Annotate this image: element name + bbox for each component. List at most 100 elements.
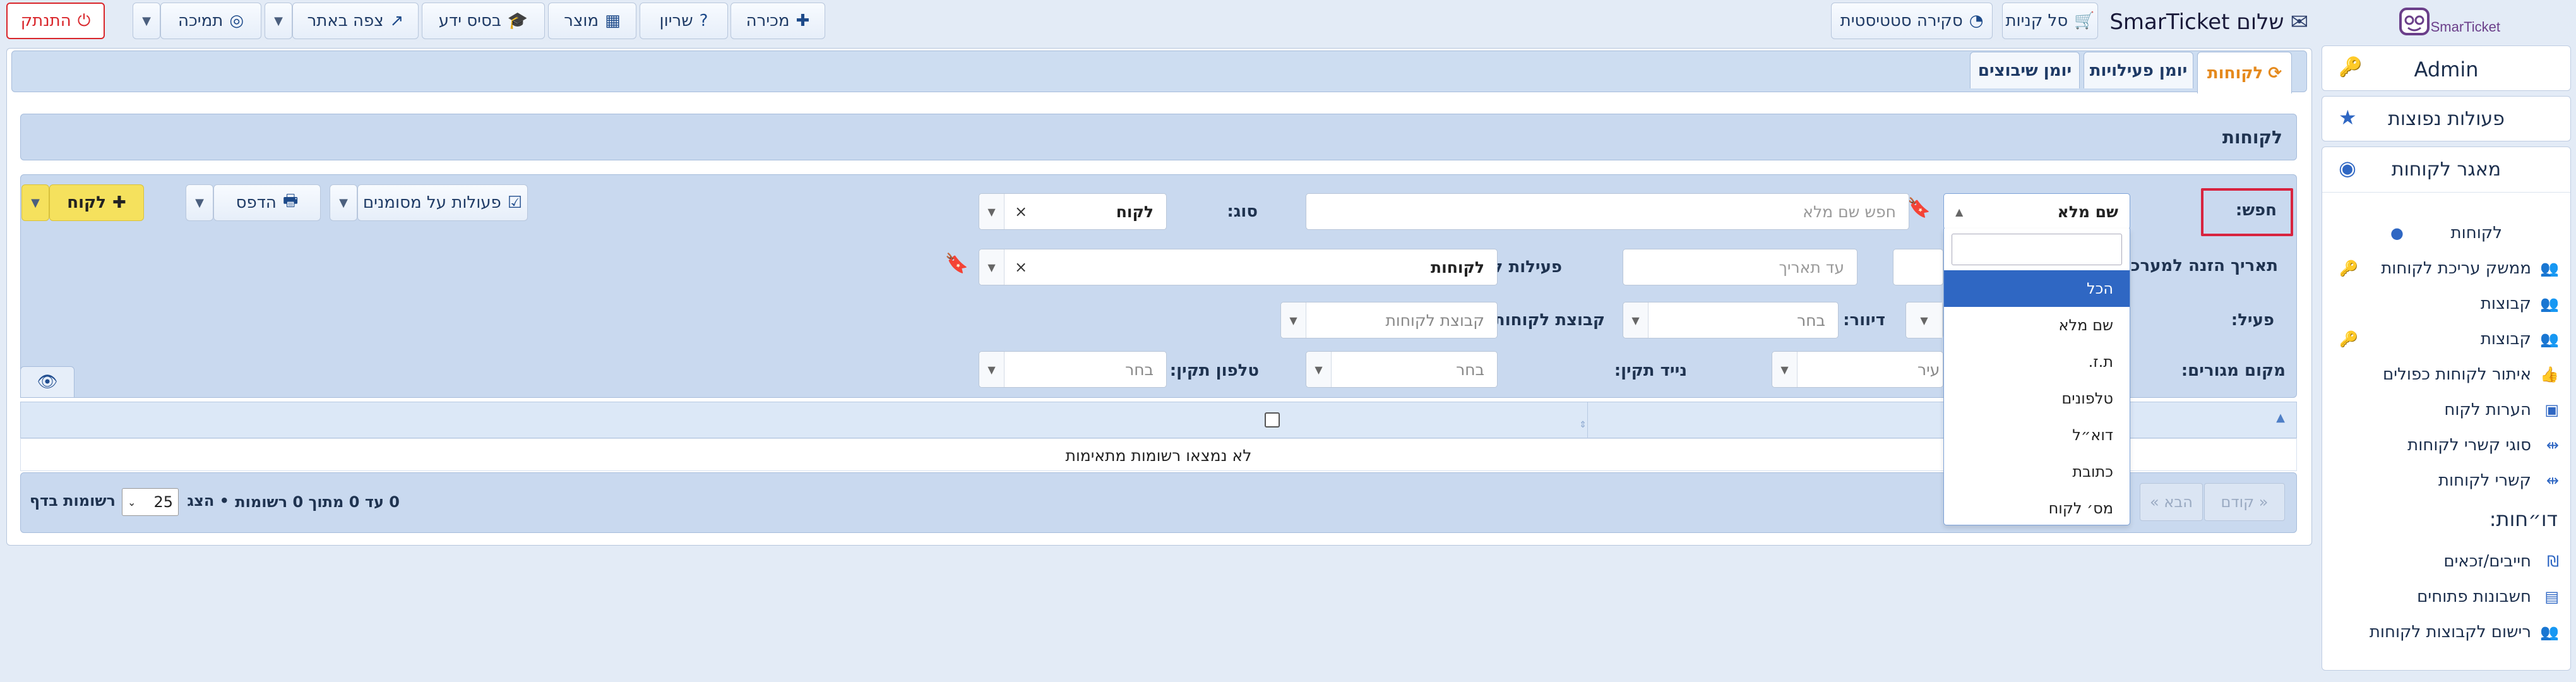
dropdown-option-label: שם מלא — [2058, 316, 2113, 334]
clear-icon[interactable]: × — [1015, 203, 1027, 220]
tab-customers[interactable]: ⟳ לקוחות — [2197, 52, 2292, 93]
sidebar-item-edit-customers[interactable]: 👥 ממשק עריכת לקוחות 🔑 — [2322, 256, 2570, 281]
tab-assignments-log[interactable]: יומן שיבוצים — [1970, 52, 2080, 88]
customer-pool-header[interactable]: מאגר לקוחות ◉ — [2322, 147, 2570, 193]
tab-label: יומן שיבוצים — [1977, 61, 2072, 80]
tab-activity-log[interactable]: יומן פעילויות — [2084, 52, 2193, 88]
to-date-input[interactable]: עד תאריך — [1623, 249, 1857, 285]
print-button[interactable]: 🖶 הדפס — [213, 184, 321, 221]
page-size-select[interactable]: 25 ⌄ — [122, 488, 179, 516]
dropdown-option[interactable]: מס׳ לקוח — [1944, 490, 2130, 527]
clear-icon[interactable]: × — [1015, 258, 1027, 276]
logo[interactable]: SmarTicket — [2387, 5, 2500, 40]
sidebar-report-open-accounts[interactable]: ▤ חשבונות פתוחים — [2322, 584, 2570, 609]
pie-chart-icon: ◔ — [1969, 11, 1984, 30]
sidebar-item-relations[interactable]: ⇹ קשרי לקוחות — [2322, 468, 2570, 493]
checkbox-checked-icon: ☑ — [507, 193, 523, 212]
sidebar-report-group-registration[interactable]: 👥 רישום לקבוצות לקוחות — [2322, 619, 2570, 645]
stats-overview-button[interactable]: ◔ סקירה סטטיסטית — [1831, 3, 1993, 39]
reservation-button[interactable]: ? שריון — [640, 3, 728, 39]
link-users-icon: ⇹ — [2546, 436, 2559, 454]
sidebar-item-label: לקוחות — [2450, 224, 2502, 242]
sidebar-item-groups-admin[interactable]: 👥 קבוצות 🔑 — [2322, 326, 2570, 352]
knowledge-base-button[interactable]: 🎓 בסיס ידע — [422, 3, 545, 39]
support-button[interactable]: ◎ תמיכה — [160, 3, 261, 39]
dropdown-option[interactable]: דוא״ל — [1944, 417, 2130, 453]
show-label: • הצג — [187, 492, 229, 510]
valid-phone-select[interactable]: בחר ▼ — [979, 351, 1167, 388]
dropdown-option[interactable]: שם מלא — [1944, 307, 2130, 344]
valid-mobile-label: נייד תקין: — [1614, 361, 1687, 380]
search-field-select[interactable]: שם מלא ▲ — [1943, 193, 2130, 230]
view-site-label: צפה באתר — [307, 11, 384, 30]
common-actions-panel[interactable]: פעולות נפוצות ★ — [2322, 96, 2571, 141]
dropdown-option[interactable]: ת.ז. — [1944, 344, 2130, 380]
from-date-input[interactable] — [1893, 249, 1943, 285]
customer-group-select[interactable]: קבוצת לקוחות ▼ — [1280, 302, 1498, 338]
sidebar-item-customers[interactable]: ● לקוחות — [2322, 220, 2570, 246]
customer-pool-panel: מאגר לקוחות ◉ ● לקוחות 👥 ממשק עריכת לקוח… — [2322, 147, 2571, 671]
mailing-select[interactable]: בחר ▼ — [1623, 302, 1839, 338]
customer-pool-label: מאגר לקוחות — [2391, 159, 2501, 181]
dropdown-option[interactable]: כתובת — [1944, 453, 2130, 490]
support-label: תמיכה — [178, 11, 224, 30]
view-site-dropdown[interactable]: ▼ — [265, 3, 292, 39]
active-select[interactable]: ▼ — [1905, 302, 1943, 338]
tab-label: לקוחות — [2207, 63, 2263, 83]
sidebar-item-label: ממשק עריכת לקוחות — [2381, 259, 2531, 278]
bookmark-icon[interactable]: 🔖 — [945, 253, 969, 275]
sidebar-item-notes[interactable]: ▣ הערות לקוח — [2322, 397, 2570, 422]
caret-down-icon: ▼ — [1623, 302, 1649, 338]
view-site-button[interactable]: ↗ צפה באתר — [292, 3, 419, 39]
dropdown-search-input[interactable] — [1952, 234, 2122, 265]
columns-toggle[interactable]: 👁 — [20, 366, 75, 398]
sort-both-icon[interactable]: ⇕ — [1579, 420, 1587, 430]
dropdown-options: הכל שם מלא ת.ז. טלפונים דוא״ל כתובת מס׳ לקוח — [1944, 270, 2130, 523]
type-select[interactable]: לקוח × ▼ — [979, 193, 1167, 230]
selected-actions-button[interactable]: ☑ פעולות על מסומנים — [357, 184, 528, 221]
selected-actions-dropdown[interactable]: ▼ — [330, 184, 357, 221]
sidebar-report-debtors[interactable]: ₪ חייבים/זכאים — [2322, 549, 2570, 574]
external-link-icon: ↗ — [390, 11, 404, 30]
residence-label: מקום מגורים: — [2181, 361, 2286, 380]
valid-mobile-value: בחר — [1456, 360, 1484, 379]
product-button[interactable]: ▦ מוצר — [548, 3, 636, 39]
key-icon: 🔑 — [2339, 260, 2358, 277]
dropdown-option[interactable]: טלפונים — [1944, 380, 2130, 417]
search-label: חפש: — [2235, 201, 2277, 220]
dropdown-option[interactable]: הכל — [1944, 270, 2130, 307]
add-customer-button[interactable]: ✚ לקוח — [49, 184, 144, 221]
active-label: פעיל: — [2231, 311, 2274, 330]
logout-button[interactable]: ⏻ התנתק — [6, 3, 105, 39]
select-all-checkbox[interactable] — [1265, 412, 1280, 428]
bookmark-icon[interactable]: 🔖 — [1907, 197, 1931, 219]
next-page-button[interactable]: הבא » — [2140, 483, 2203, 521]
greeting[interactable]: ✉ שלום SmarTicket — [2109, 6, 2308, 38]
sidebar-item-groups[interactable]: 👥 קבוצות — [2322, 291, 2570, 316]
admin-panel[interactable]: Admin 🔑 — [2322, 45, 2571, 91]
customer-activities-select[interactable]: לקוחות × ▼ — [979, 249, 1498, 285]
caret-up-icon: ▲ — [1955, 205, 1964, 218]
residence-select[interactable]: עיר ▼ — [1772, 351, 1943, 388]
tab-label: יומן פעילויות — [2089, 61, 2188, 80]
print-dropdown[interactable]: ▼ — [186, 184, 213, 221]
search-field-value: שם מלא — [2057, 202, 2118, 221]
sale-button[interactable]: ✚ מכירה — [730, 3, 825, 39]
sidebar-item-duplicates[interactable]: 👍 איתור לקוחות כפולים — [2322, 362, 2570, 387]
cart-button[interactable]: 🛒 סל קניות — [2002, 3, 2098, 39]
sticky-note-icon: ▣ — [2544, 401, 2559, 419]
caret-down-icon: ▼ — [1281, 302, 1306, 338]
sidebar-item-label: חייבים/זכאים — [2443, 552, 2531, 571]
plus-icon: ✚ — [796, 11, 810, 30]
thumbs-up-icon: 👍 — [2540, 366, 2559, 383]
power-icon: ⏻ — [77, 11, 91, 30]
sidebar-item-relation-types[interactable]: ⇹ סוגי קשרי לקוחות — [2322, 433, 2570, 458]
add-customer-dropdown[interactable]: ▼ — [21, 184, 49, 221]
valid-mobile-select[interactable]: בחר ▼ — [1306, 351, 1498, 388]
sidebar-item-label: קשרי לקוחות — [2438, 471, 2531, 490]
prev-page-button[interactable]: « קודם — [2204, 483, 2285, 521]
search-input[interactable]: חפש שם מלא — [1306, 193, 1909, 230]
sort-asc-icon[interactable]: ▲ — [2276, 411, 2285, 424]
support-dropdown[interactable]: ▼ — [133, 3, 160, 39]
caret-down-icon: ▼ — [195, 196, 204, 210]
